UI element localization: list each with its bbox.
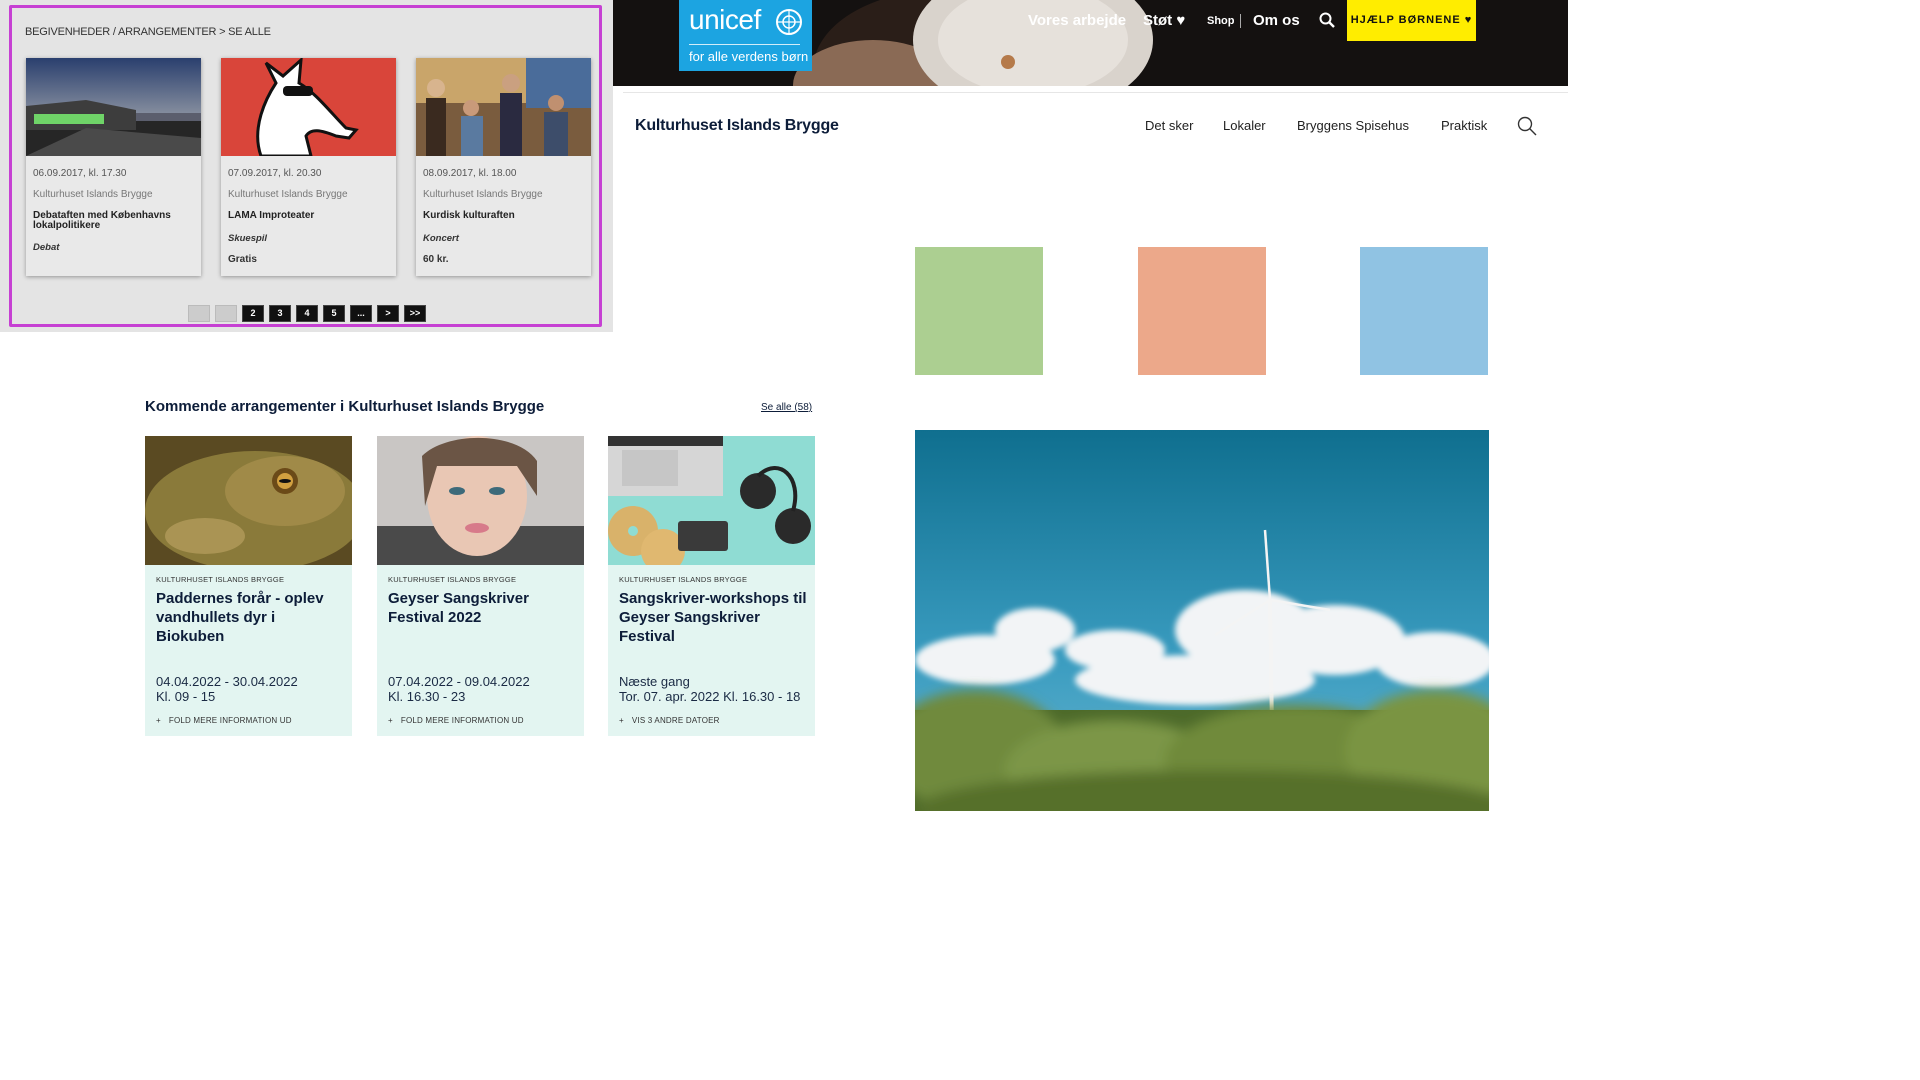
event-title[interactable]: Debataften med Københavns lokalpolitiker…	[33, 211, 193, 231]
event-category: Koncert	[423, 233, 459, 244]
event-title[interactable]: Paddernes forår - oplev vandhullets dyr …	[156, 589, 346, 646]
kulturhus-navbar: Kulturhuset Islands Brygge Det sker Loka…	[613, 86, 1568, 166]
event-price: 60 kr.	[423, 254, 449, 265]
color-swatch-blue	[1360, 247, 1488, 375]
nav-stot[interactable]: Støt ♥	[1143, 12, 1185, 29]
nav-praktisk[interactable]: Praktisk	[1441, 118, 1487, 133]
search-icon[interactable]	[1319, 12, 1335, 28]
pagination: < 1 2 3 4 5 ... > >>	[188, 305, 426, 322]
pager-ellipsis[interactable]: ...	[350, 305, 372, 322]
event-next-label: Næste gang	[619, 674, 690, 689]
event-category: Skuespil	[228, 233, 268, 244]
event-venue: KULTURHUSET ISLANDS BRYGGE	[388, 575, 517, 584]
event-time: Kl. 09 - 15	[156, 689, 216, 704]
old-event-card[interactable]: 07.09.2017, kl. 20.30 Kulturhuset Island…	[221, 58, 396, 276]
pager-page-4[interactable]: 4	[296, 305, 318, 322]
unicef-logo[interactable]: unicef for alle verdens børn	[679, 0, 812, 71]
pager-next[interactable]: >	[377, 305, 399, 322]
see-all-link[interactable]: Se alle (58)	[761, 402, 812, 413]
other-dates-toggle[interactable]: + VIS 3 ANDRE DATOER	[619, 716, 720, 725]
unicef-tagline: for alle verdens børn	[689, 49, 809, 64]
event-time: Kl. 16.30 - 23	[388, 689, 466, 704]
event-venue: Kulturhuset Islands Brygge	[423, 189, 543, 200]
event-photo-band	[416, 58, 591, 156]
pager-page-5[interactable]: 5	[323, 305, 345, 322]
pager-last[interactable]: >>	[404, 305, 426, 322]
wind-turbine-photo	[915, 430, 1489, 811]
expand-info-toggle[interactable]: + FOLD MERE INFORMATION UD	[388, 716, 524, 725]
event-title[interactable]: Kurdisk kulturaften	[423, 211, 583, 221]
old-event-card[interactable]: 08.09.2017, kl. 18.00 Kulturhuset Island…	[416, 58, 591, 276]
pager-page-1[interactable]: 1	[215, 305, 237, 322]
site-name[interactable]: Kulturhuset Islands Brygge	[635, 117, 839, 135]
breadcrumb[interactable]: BEGIVENHEDER / ARRANGEMENTER > SE ALLE	[25, 26, 271, 38]
event-photo-llama	[221, 58, 396, 156]
event-date: 06.09.2017, kl. 17.30	[33, 168, 127, 179]
color-swatch-green	[915, 247, 1043, 375]
upcoming-events-heading: Kommende arrangementer i Kulturhuset Isl…	[145, 398, 545, 415]
event-photo-building	[26, 58, 201, 156]
event-venue: Kulturhuset Islands Brygge	[33, 189, 153, 200]
event-photo-toad	[145, 436, 352, 565]
globe-icon	[776, 9, 802, 35]
plus-icon: +	[388, 716, 393, 725]
event-price: Gratis	[228, 254, 257, 265]
expand-info-toggle[interactable]: + FOLD MERE INFORMATION UD	[156, 716, 292, 725]
event-date: 08.09.2017, kl. 18.00	[423, 168, 517, 179]
pager-page-2[interactable]: 2	[242, 305, 264, 322]
pager-prev[interactable]: <	[188, 305, 210, 322]
top-divider	[623, 92, 1568, 93]
old-event-card[interactable]: 06.09.2017, kl. 17.30 Kulturhuset Island…	[26, 58, 201, 276]
event-category: Debat	[33, 242, 60, 253]
event-date-range: 04.04.2022 - 30.04.2022	[156, 674, 298, 689]
event-photo-singer	[377, 436, 584, 565]
event-venue: KULTURHUSET ISLANDS BRYGGE	[156, 575, 285, 584]
nav-lokaler[interactable]: Lokaler	[1223, 118, 1266, 133]
event-title[interactable]: Sangskriver-workshops til Geyser Sangskr…	[619, 589, 809, 646]
search-icon[interactable]	[1517, 116, 1537, 136]
event-time: Tor. 07. apr. 2022 Kl. 16.30 - 18	[619, 689, 801, 704]
nav-vores-arbejde[interactable]: Vores arbejde	[1028, 12, 1126, 29]
help-children-button[interactable]: HJÆLP BØRNENE ♥	[1347, 0, 1476, 41]
event-card[interactable]: KULTURHUSET ISLANDS BRYGGE Geyser Sangsk…	[377, 436, 584, 736]
old-event-list-panel: BEGIVENHEDER / ARRANGEMENTER > SE ALLE 0…	[0, 0, 613, 332]
nav-det-sker[interactable]: Det sker	[1145, 118, 1193, 133]
event-photo-music-gear	[608, 436, 815, 565]
plus-icon: +	[619, 716, 624, 725]
event-card[interactable]: KULTURHUSET ISLANDS BRYGGE Sangskriver-w…	[608, 436, 815, 736]
event-date-range: 07.04.2022 - 09.04.2022	[388, 674, 530, 689]
unicef-wordmark: unicef	[689, 4, 761, 35]
nav-shop[interactable]: Shop	[1207, 15, 1235, 27]
color-swatch-salmon	[1138, 247, 1266, 375]
nav-om-os[interactable]: Om os	[1253, 12, 1300, 29]
pager-page-3[interactable]: 3	[269, 305, 291, 322]
logo-divider	[689, 44, 800, 45]
unicef-header: unicef for alle verdens børn Vores arbej…	[613, 0, 1568, 86]
event-venue: Kulturhuset Islands Brygge	[228, 189, 348, 200]
event-title[interactable]: LAMA Improteater	[228, 211, 388, 221]
nav-divider	[1240, 14, 1241, 28]
event-date: 07.09.2017, kl. 20.30	[228, 168, 322, 179]
event-title[interactable]: Geyser Sangskriver Festival 2022	[388, 589, 578, 627]
nav-bryggens-spisehus[interactable]: Bryggens Spisehus	[1297, 118, 1409, 133]
event-venue: KULTURHUSET ISLANDS BRYGGE	[619, 575, 748, 584]
event-card[interactable]: KULTURHUSET ISLANDS BRYGGE Paddernes for…	[145, 436, 352, 736]
plus-icon: +	[156, 716, 161, 725]
